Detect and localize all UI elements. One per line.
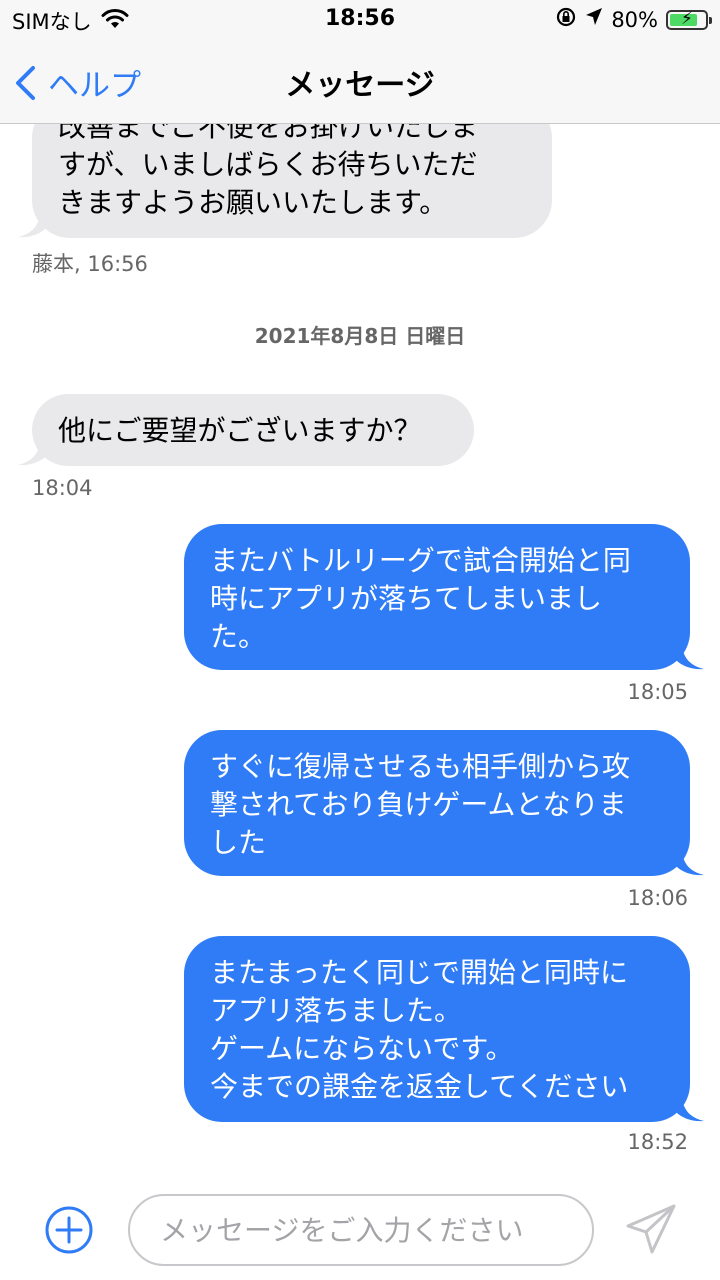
status-bar: SIMなし 18:56 80% ⚡ — [0, 0, 720, 40]
incoming-message-bubble[interactable]: 改善までご不便をお掛けいたしま すが、いましばらくお待ちいただ きますようお願い… — [32, 124, 552, 238]
send-icon[interactable] — [624, 1202, 678, 1256]
message-time: 18:06 — [627, 886, 688, 910]
orientation-lock-icon — [555, 6, 577, 33]
battery-icon: ⚡ — [666, 8, 712, 30]
message-meta: 藤本, 16:56 — [32, 252, 148, 276]
message-time: 18:05 — [627, 680, 688, 704]
outgoing-message-bubble[interactable]: すぐに復帰させるも相手側から攻 撃されており負けゲームとなりま した — [184, 730, 690, 876]
composer-bar — [0, 1180, 720, 1280]
location-arrow-icon — [585, 7, 603, 32]
incoming-message-bubble[interactable]: 他にご要望がございますか？ — [32, 394, 474, 466]
bubble-tail — [676, 1098, 704, 1122]
bubble-tail — [18, 214, 46, 238]
date-separator: 2021年8月8日 日曜日 — [254, 324, 466, 348]
message-list[interactable]: 改善までご不便をお掛けいたしま すが、いましばらくお待ちいただ きますようお願い… — [0, 124, 720, 1174]
navigation-bar: ヘルプ メッセージ — [0, 40, 720, 124]
add-attachment-button[interactable] — [44, 1205, 94, 1255]
bubble-tail — [18, 442, 46, 466]
charging-bolt-icon: ⚡ — [681, 8, 693, 29]
bubble-tail — [676, 646, 704, 670]
outgoing-message-bubble[interactable]: またバトルリーグで試合開始と同 時にアプリが落ちてしまいまし た。 — [184, 524, 690, 670]
message-time: 18:52 — [627, 1130, 688, 1154]
outgoing-message-bubble[interactable]: またまったく同じで開始と同時に アプリ落ちました。 ゲームにならないです。 今ま… — [184, 936, 690, 1122]
page-title: メッセージ — [285, 68, 435, 103]
message-input[interactable] — [128, 1194, 594, 1266]
battery-percent: 80% — [611, 7, 658, 32]
bubble-tail — [676, 852, 704, 876]
message-time: 18:04 — [32, 476, 93, 500]
